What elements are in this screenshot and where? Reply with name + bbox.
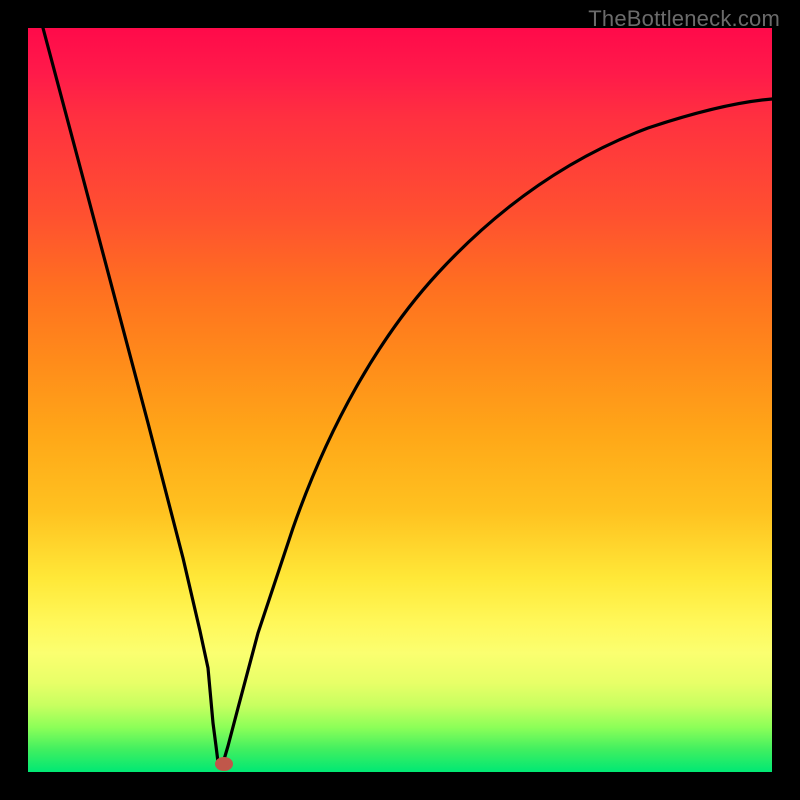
plot-area — [28, 28, 772, 772]
curve-layer — [28, 28, 772, 772]
optimal-point-marker — [215, 757, 233, 771]
bottleneck-curve — [43, 28, 772, 763]
watermark: TheBottleneck.com — [588, 6, 780, 32]
chart-frame: TheBottleneck.com — [0, 0, 800, 800]
